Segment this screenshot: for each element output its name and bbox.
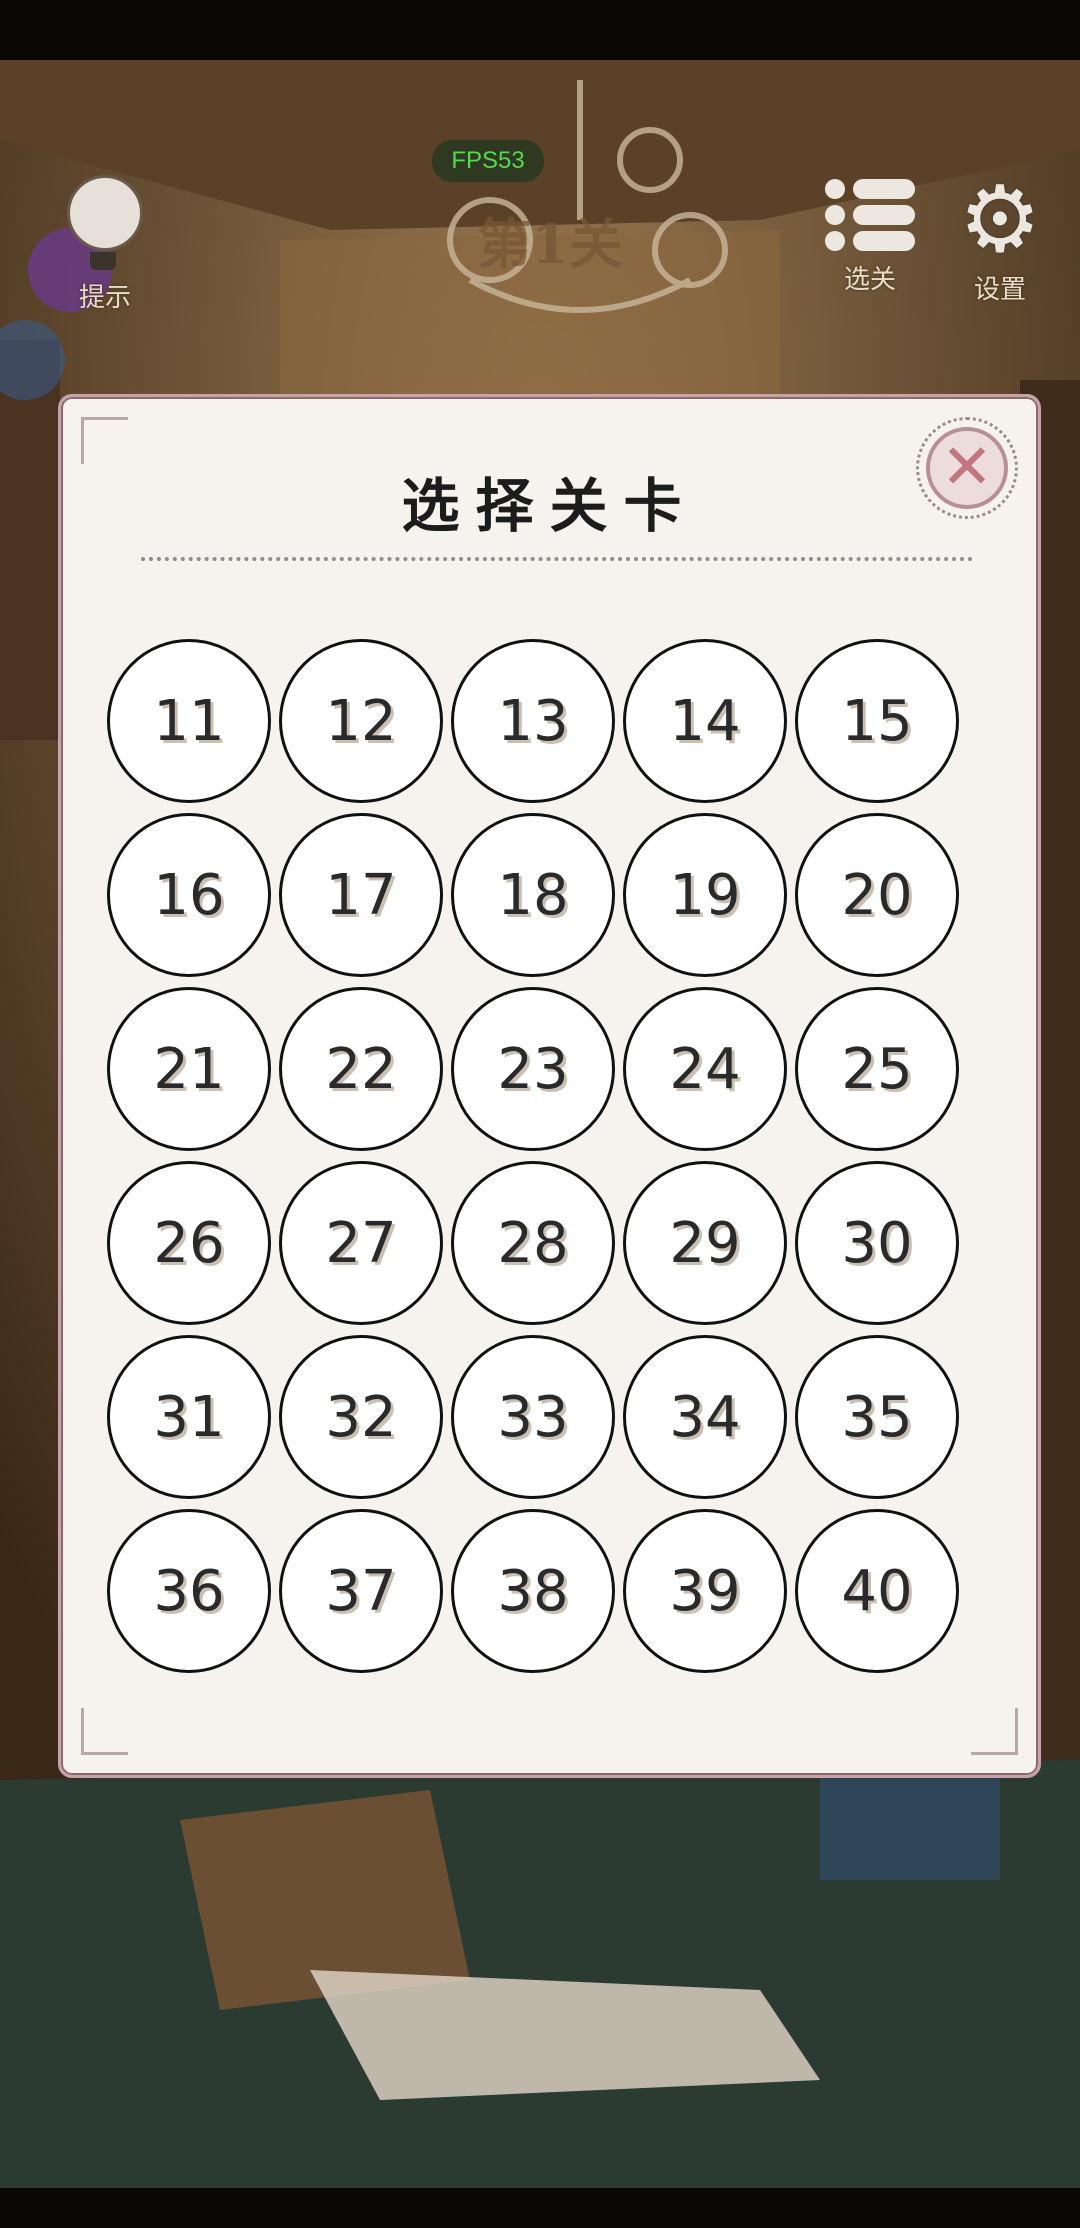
list-icon — [825, 175, 915, 255]
dotted-divider — [141, 557, 973, 561]
level-button-30[interactable]: 30 — [795, 1161, 959, 1325]
level-button-40[interactable]: 40 — [795, 1509, 959, 1673]
level-button-35[interactable]: 35 — [795, 1335, 959, 1499]
level-button-12[interactable]: 12 — [279, 639, 443, 803]
level-button-31[interactable]: 31 — [107, 1335, 271, 1499]
lightbulb-icon — [67, 175, 143, 270]
level-button-36[interactable]: 36 — [107, 1509, 271, 1673]
corner-ornament — [971, 1708, 1018, 1755]
level-button-14[interactable]: 14 — [623, 639, 787, 803]
settings-label: 设置 — [973, 275, 1026, 305]
level-button-21[interactable]: 21 — [107, 987, 271, 1151]
level-button-37[interactable]: 37 — [279, 1509, 443, 1673]
level-button-20[interactable]: 20 — [795, 813, 959, 977]
corner-ornament — [81, 417, 128, 464]
level-grid: 11 12 13 14 15 16 17 18 19 20 21 22 23 24 25 26 27 28 29 30… — [107, 639, 997, 1679]
dialog-title: 选择关卡 — [401, 472, 698, 540]
close-icon: ✕ — [926, 427, 1008, 509]
corner-ornament — [81, 1708, 128, 1755]
level-button-32[interactable]: 32 — [279, 1335, 443, 1499]
current-level-title: 第1关 — [477, 212, 623, 276]
level-button-13[interactable]: 13 — [451, 639, 615, 803]
level-button-29[interactable]: 29 — [623, 1161, 787, 1325]
level-button-26[interactable]: 26 — [107, 1161, 271, 1325]
level-button-38[interactable]: 38 — [451, 1509, 615, 1673]
level-button-16[interactable]: 16 — [107, 813, 271, 977]
level-button-15[interactable]: 15 — [795, 639, 959, 803]
level-button-18[interactable]: 18 — [451, 813, 615, 977]
level-button-34[interactable]: 34 — [623, 1335, 787, 1499]
level-select-dialog: 选择关卡 ✕ 11 12 13 14 15 16 17 18 19 20 21 22 23 24 25 26 2… — [58, 394, 1041, 1778]
level-button-25[interactable]: 25 — [795, 987, 959, 1151]
level-button-33[interactable]: 33 — [451, 1335, 615, 1499]
hint-label: 提示 — [78, 283, 131, 313]
level-button-17[interactable]: 17 — [279, 813, 443, 977]
level-button-19[interactable]: 19 — [623, 813, 787, 977]
level-select-button[interactable]: 选关 — [820, 175, 920, 296]
settings-button[interactable]: ⚙ 设置 — [945, 166, 1055, 306]
level-button-11[interactable]: 11 — [107, 639, 271, 803]
level-button-22[interactable]: 22 — [279, 987, 443, 1151]
gear-icon: ⚙ — [958, 166, 1042, 273]
navigation-bar — [0, 2188, 1080, 2228]
level-button-24[interactable]: 24 — [623, 987, 787, 1151]
level-button-23[interactable]: 23 — [451, 987, 615, 1151]
status-bar — [0, 0, 1080, 60]
fps-counter: FPS53 — [432, 140, 544, 182]
close-button[interactable]: ✕ — [916, 417, 1018, 519]
level-button-27[interactable]: 27 — [279, 1161, 443, 1325]
level-button-39[interactable]: 39 — [623, 1509, 787, 1673]
hint-button[interactable]: 提示 — [50, 175, 160, 314]
level-button-28[interactable]: 28 — [451, 1161, 615, 1325]
level-select-label: 选关 — [843, 265, 896, 295]
